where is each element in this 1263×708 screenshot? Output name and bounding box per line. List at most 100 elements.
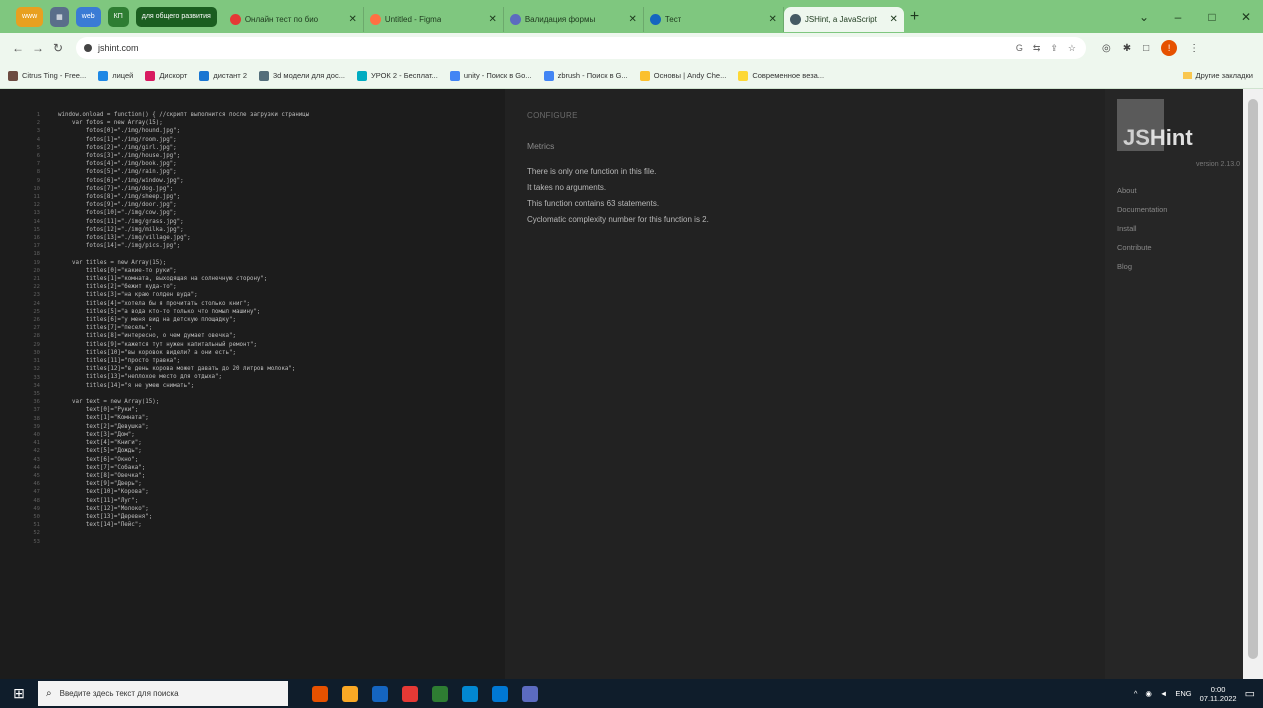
taskbar-search[interactable]: ⌕ Введите здесь текст для поиска (38, 681, 288, 706)
code-line[interactable]: titles[2]="бежит куда-то"; (58, 283, 309, 291)
code-line[interactable] (58, 390, 309, 398)
code-line[interactable]: titles[3]="на краю голден вуда"; (58, 291, 309, 299)
bookmark-item[interactable]: лицей (98, 70, 133, 81)
code-line[interactable] (58, 529, 309, 537)
code-line[interactable]: fotos[11]="./img/grass.jpg"; (58, 218, 309, 226)
code-line[interactable]: text[4]="Книги"; (58, 439, 309, 447)
address-bar[interactable]: jshint.com G ⇆ ⇪ ☆ (76, 37, 1086, 59)
bookmark-item[interactable]: zbrush - Поиск в G... (543, 70, 628, 81)
code-line[interactable]: fotos[4]="./img/book.jpg"; (58, 160, 309, 168)
code-line[interactable]: fotos[5]="./img/rain.jpg"; (58, 168, 309, 176)
bookmark-item[interactable]: Дискорт (145, 70, 187, 81)
sidebar-link-contribute[interactable]: Contribute (1117, 238, 1167, 257)
taskbar-app-icon[interactable] (432, 685, 448, 702)
windows-start-icon[interactable]: ⊞ (0, 679, 38, 708)
bookmark-item[interactable]: Citrus Ting - Free... (8, 70, 86, 81)
new-tab-button[interactable]: + (910, 8, 928, 26)
code-line[interactable]: text[1]="Комната"; (58, 414, 309, 422)
code-line[interactable]: fotos[7]="./img/dog.jpg"; (58, 185, 309, 193)
minimize-button[interactable]: – (1161, 0, 1195, 33)
reload-icon[interactable]: ↻ (48, 41, 68, 55)
tray-chevron-icon[interactable]: ^ (1134, 689, 1138, 698)
bookmark-item[interactable]: дистант 2 (199, 70, 247, 81)
browser-tab[interactable]: Тест ✕ (644, 7, 784, 32)
close-window-button[interactable]: ✕ (1229, 0, 1263, 33)
code-line[interactable]: text[3]="Дом"; (58, 431, 309, 439)
code-line[interactable]: fotos[12]="./img/milka.jpg"; (58, 226, 309, 234)
scrollbar-thumb[interactable] (1248, 99, 1258, 659)
code-line[interactable]: titles[12]="в день корова может давать д… (58, 365, 309, 373)
code-line[interactable]: fotos[13]="./img/village.jpg"; (58, 234, 309, 242)
tab-group[interactable]: web (75, 6, 101, 27)
code-line[interactable]: titles[1]="комната, выходящая на солнечн… (58, 275, 309, 283)
code-line[interactable]: text[14]="Пейс"; (58, 521, 309, 529)
volume-icon[interactable]: ◄ (1160, 689, 1167, 698)
sidebar-link-install[interactable]: Install (1117, 219, 1167, 238)
sidebar-link-documentation[interactable]: Documentation (1117, 200, 1167, 219)
code-line[interactable]: titles[5]="а вода кто-то только что помы… (58, 308, 309, 316)
tab-close-icon[interactable]: ✕ (482, 14, 496, 25)
code-line[interactable]: fotos[2]="./img/girl.jpg"; (58, 144, 309, 152)
code-line[interactable]: text[0]="Руки"; (58, 406, 309, 414)
code-line[interactable]: titles[9]="кажется тут нужен капитальный… (58, 341, 309, 349)
tray-lang[interactable]: ENG (1175, 689, 1191, 698)
puzzle-icon[interactable]: ✱ (1123, 43, 1131, 54)
code-line[interactable]: fotos[6]="./img/window.jpg"; (58, 177, 309, 185)
network-icon[interactable]: ◉ (1145, 689, 1152, 698)
taskbar-app-icon[interactable] (462, 685, 478, 702)
code-line[interactable]: titles[6]="у меня вид на детскую площадк… (58, 316, 309, 324)
code-line[interactable]: text[9]="Дверь"; (58, 480, 309, 488)
taskbar-app-icon[interactable] (522, 685, 538, 702)
code-line[interactable] (58, 538, 309, 546)
code-line[interactable]: fotos[14]="./img/pics.jpg"; (58, 242, 309, 250)
tab-group[interactable]: ▦ (50, 6, 69, 27)
browser-tab[interactable]: Онлайн тест по био ✕ (224, 7, 364, 32)
notifications-icon[interactable]: ▭ (1245, 687, 1255, 700)
bookmark-star-icon[interactable]: ☆ (1068, 43, 1076, 54)
other-bookmarks[interactable]: Другие закладки (1182, 71, 1263, 80)
share-icon[interactable]: ⇪ (1050, 43, 1058, 54)
code-line[interactable] (58, 250, 309, 258)
profile-avatar[interactable]: ! (1161, 40, 1178, 56)
bookmark-item[interactable]: unity - Поиск в Go... (449, 70, 532, 81)
code-line[interactable]: fotos[3]="./img/house.jpg"; (58, 152, 309, 160)
taskbar-app-icon[interactable] (312, 685, 328, 702)
code-line[interactable]: text[2]="Девушка"; (58, 423, 309, 431)
code-line[interactable]: fotos[8]="./img/sheep.jpg"; (58, 193, 309, 201)
code-line[interactable]: titles[14]="я не умею снимать"; (58, 382, 309, 390)
taskbar-app-icon[interactable] (492, 685, 508, 702)
forward-icon[interactable]: → (28, 41, 48, 55)
taskbar-app-icon[interactable] (342, 685, 358, 702)
browser-tab[interactable]: Untitled - Figma ✕ (364, 7, 504, 32)
code-line[interactable]: text[8]="Овечка"; (58, 472, 309, 480)
code-line[interactable]: var text = new Array(15); (58, 398, 309, 406)
scrollbar[interactable] (1243, 89, 1263, 679)
back-icon[interactable]: ← (8, 41, 28, 55)
code-line[interactable]: var fotos = new Array(15); (58, 119, 309, 127)
browser-tab[interactable]: Валидация формы ✕ (504, 7, 644, 32)
code-line[interactable]: text[5]="Дождь"; (58, 447, 309, 455)
tab-group[interactable]: www (16, 6, 44, 27)
bookmark-item[interactable]: Современное веза... (738, 70, 824, 81)
extension-icon[interactable]: ◎ (1102, 43, 1111, 54)
code-line[interactable]: text[12]="Молоко"; (58, 505, 309, 513)
code-line[interactable]: text[10]="Корова"; (58, 488, 309, 496)
code-line[interactable]: text[7]="Собака"; (58, 464, 309, 472)
code-line[interactable]: fotos[1]="./img/room.jpg"; (58, 136, 309, 144)
bookmark-item[interactable]: УРОК 2 - Бесплат... (356, 70, 438, 81)
code-text[interactable]: window.onload = function() { //скрипт вы… (58, 111, 309, 546)
clock[interactable]: 0:00 07.11.2022 (1200, 685, 1237, 703)
code-line[interactable]: window.onload = function() { //скрипт вы… (58, 111, 309, 119)
menu-icon[interactable]: ⋮ (1189, 43, 1199, 54)
jshint-logo[interactable]: JSHint version 2.13.0 (1117, 99, 1240, 169)
code-editor[interactable]: 1 2 3 4 5 6 7 8 9 10 11 12 13 14 15 16 17 18 19 20 21 22 23 24 2… (0, 89, 505, 679)
code-line[interactable]: fotos[0]="./img/hound.jpg"; (58, 127, 309, 135)
bookmark-item[interactable]: 3d модели для дос... (259, 70, 345, 81)
window-list-button[interactable]: ⌄ (1127, 0, 1161, 33)
code-line[interactable]: titles[13]="неплохое место для отдыха"; (58, 373, 309, 381)
taskbar-app-icon[interactable] (372, 685, 388, 702)
tab-close-icon[interactable]: ✕ (762, 14, 776, 25)
translate-icon[interactable]: ⇆ (1033, 43, 1041, 54)
code-line[interactable]: text[6]="Окно"; (58, 456, 309, 464)
tab-close-icon[interactable]: ✕ (342, 14, 356, 25)
